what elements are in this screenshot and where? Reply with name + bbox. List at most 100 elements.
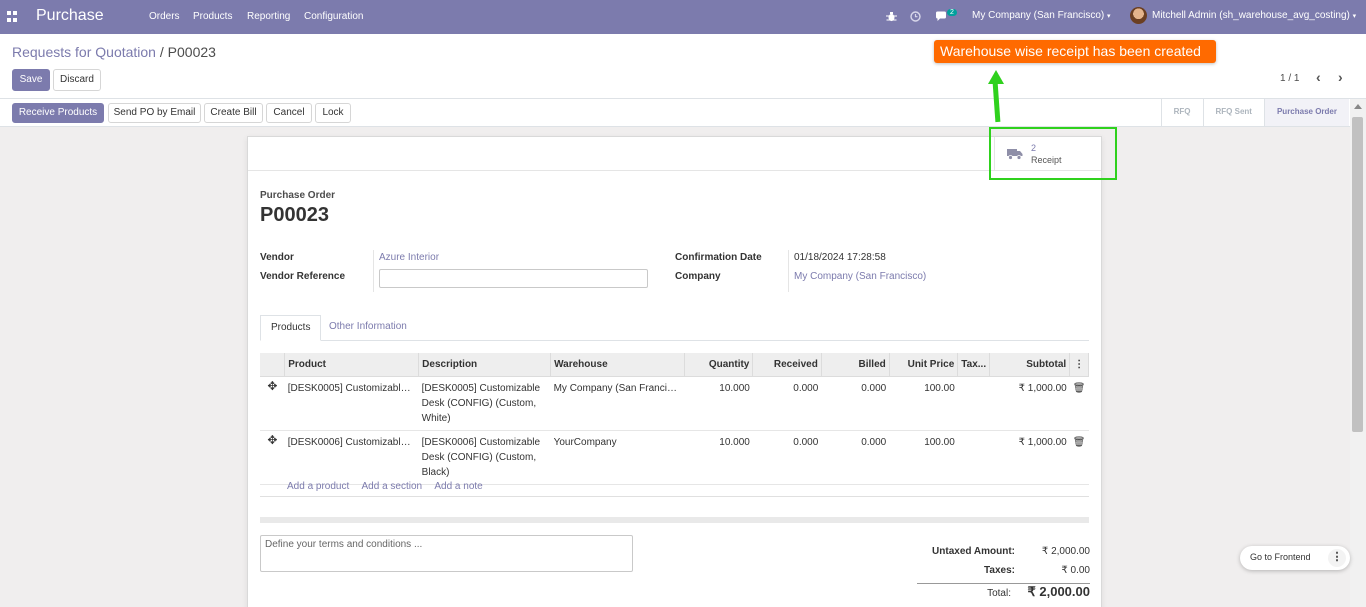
trash-icon[interactable]: 🗑 <box>1069 430 1089 485</box>
subtotal-cell: ₹ 1,000.00 <box>989 430 1070 485</box>
add-note-link[interactable]: Add a note <box>434 481 482 492</box>
column-header-description[interactable]: Description <box>418 353 552 377</box>
add-product-link[interactable]: Add a product <box>287 481 349 492</box>
quantity-cell[interactable]: 10.000 <box>684 376 753 431</box>
taxes-cell[interactable] <box>957 376 990 431</box>
taxes-label: Taxes: <box>984 565 1015 576</box>
menu-products[interactable]: Products <box>193 11 232 22</box>
column-header-taxes[interactable]: Tax... <box>957 353 991 377</box>
company-label: Company <box>675 271 721 282</box>
apps-menu-icon[interactable] <box>7 11 18 22</box>
tab-other-information[interactable]: Other Information <box>319 315 417 341</box>
column-header-quantity[interactable]: Quantity <box>684 353 754 377</box>
drag-handle-icon[interactable]: ✥ <box>260 430 285 485</box>
scrollbar-thumb[interactable] <box>1352 117 1363 432</box>
column-header-unit-price[interactable]: Unit Price <box>889 353 959 377</box>
go-to-frontend-button[interactable]: Go to Frontend <box>1250 552 1311 562</box>
table-row[interactable]: ✥ [DESK0005] Customizable Desk (CONFIG) … <box>260 376 1089 431</box>
top-navbar: Purchase Orders Products Reporting Confi… <box>0 0 1366 34</box>
column-header-subtotal[interactable]: Subtotal <box>989 353 1071 377</box>
save-button[interactable]: Save <box>12 69 50 91</box>
stage-rfq[interactable]: RFQ <box>1160 99 1203 126</box>
lock-button[interactable]: Lock <box>315 103 351 123</box>
description-line: [DESK0005] Customizable <box>421 382 541 394</box>
vendor-reference-label: Vendor Reference <box>260 271 346 282</box>
chevron-right-icon[interactable]: › <box>1338 69 1343 85</box>
column-header-product[interactable]: Product <box>284 353 420 377</box>
quantity-cell[interactable]: 10.000 <box>684 430 753 485</box>
add-section-link[interactable]: Add a section <box>362 481 423 492</box>
avatar[interactable] <box>1130 7 1147 24</box>
warehouse-cell[interactable]: YourCompany <box>550 430 685 485</box>
menu-orders[interactable]: Orders <box>149 11 180 22</box>
drag-handle-icon[interactable]: ✥ <box>260 376 285 431</box>
description-cell[interactable]: [DESK0005] Customizable Desk (CONFIG) (C… <box>418 376 551 431</box>
send-po-email-button[interactable]: Send PO by Email <box>108 103 201 123</box>
column-header-warehouse[interactable]: Warehouse <box>550 353 686 377</box>
terms-conditions-field[interactable]: Define your terms and conditions ... <box>260 535 633 572</box>
discard-button[interactable]: Discard <box>53 69 101 91</box>
chat-icon[interactable] <box>935 11 947 22</box>
vendor-field[interactable]: Azure Interior <box>379 252 439 263</box>
table-header-row: Product Description Warehouse Quantity R… <box>260 353 1089 377</box>
stage-purchase-order[interactable]: Purchase Order <box>1263 99 1349 126</box>
confirmation-date-field[interactable]: 01/18/2024 17:28:58 <box>794 252 886 263</box>
menu-configuration[interactable]: Configuration <box>304 11 363 22</box>
form-sheet: 2 Receipt Purchase Order P00023 Vendor V… <box>247 136 1102 607</box>
table-row[interactable]: ✥ [DESK0006] Customizable Desk (CONFIG) … <box>260 430 1089 485</box>
stage-rfq-sent[interactable]: RFQ Sent <box>1202 99 1264 126</box>
page-title: P00023 <box>260 204 329 226</box>
description-cell[interactable]: [DESK0006] Customizable Desk (CONFIG) (C… <box>418 430 551 485</box>
cancel-button[interactable]: Cancel <box>266 103 312 123</box>
received-cell[interactable]: 0.000 <box>752 376 822 431</box>
menu-reporting[interactable]: Reporting <box>247 11 290 22</box>
untaxed-amount-value: ₹ 2,000.00 <box>1041 546 1090 557</box>
chevron-left-icon[interactable]: ‹ <box>1316 69 1321 85</box>
stage-bar: RFQ RFQ Sent Purchase Order <box>1160 99 1349 126</box>
user-menu[interactable]: Mitchell Admin (sh_warehouse_avg_costing… <box>1152 10 1356 21</box>
status-bar: Receive Products Send PO by Email Create… <box>0 99 1366 127</box>
total-label: Total: <box>987 588 1011 599</box>
confirmation-date-label: Confirmation Date <box>675 252 762 263</box>
breadcrumb-parent[interactable]: Requests for Quotation <box>12 44 156 60</box>
taxes-cell[interactable] <box>957 430 990 485</box>
document-type-label: Purchase Order <box>260 190 336 201</box>
tab-products[interactable]: Products <box>260 315 322 341</box>
app-name[interactable]: Purchase <box>36 7 104 25</box>
warehouse-cell[interactable]: My Company (San Francisco) <box>550 376 685 431</box>
page-scrollbar[interactable] <box>1350 99 1366 607</box>
company-switcher[interactable]: My Company (San Francisco) ▾ <box>972 10 1111 21</box>
product-value: [DESK0005] Customizable Desk (CONFIG) (C… <box>287 382 414 394</box>
annotation-callout: Warehouse wise receipt has been created <box>934 40 1216 63</box>
bug-icon[interactable] <box>886 11 897 22</box>
billed-cell: 0.000 <box>821 376 890 431</box>
go-to-frontend-widget: Go to Frontend ⋮ <box>1240 546 1350 570</box>
vendor-reference-field[interactable] <box>379 269 648 288</box>
pager-value: 1 / 1 <box>1280 73 1300 84</box>
field-divider <box>373 250 374 292</box>
description-line: [DESK0006] Customizable <box>421 436 541 448</box>
vendor-label: Vendor <box>260 252 294 263</box>
create-bill-button[interactable]: Create Bill <box>204 103 263 123</box>
scroll-up-icon[interactable] <box>1354 104 1362 109</box>
billed-cell: 0.000 <box>821 430 890 485</box>
user-name: Mitchell Admin (sh_warehouse_avg_costing… <box>1152 10 1350 21</box>
product-cell[interactable]: [DESK0006] Customizable Desk (CONFIG) (C… <box>284 430 419 485</box>
unit-price-cell[interactable]: 100.00 <box>889 430 958 485</box>
unit-price-cell[interactable]: 100.00 <box>889 376 958 431</box>
add-line-links: Add a product Add a section Add a note <box>287 481 493 492</box>
receipt-highlight-box <box>989 127 1117 180</box>
product-cell[interactable]: [DESK0005] Customizable Desk (CONFIG) (C… <box>284 376 419 431</box>
trash-icon[interactable]: 🗑 <box>1069 376 1089 431</box>
product-value: [DESK0006] Customizable Desk (CONFIG) (C… <box>287 436 414 448</box>
company-field[interactable]: My Company (San Francisco) <box>794 271 926 282</box>
column-header-received[interactable]: Received <box>752 353 822 377</box>
received-cell[interactable]: 0.000 <box>752 430 822 485</box>
receive-products-button[interactable]: Receive Products <box>12 103 104 123</box>
column-options-icon[interactable]: ⋮ <box>1069 353 1089 377</box>
breadcrumb: Requests for Quotation / P00023 <box>12 44 216 60</box>
column-header-billed[interactable]: Billed <box>821 353 890 377</box>
clock-icon[interactable] <box>910 11 921 22</box>
breadcrumb-separator: / <box>159 44 164 60</box>
more-options-icon[interactable]: ⋮ <box>1328 549 1346 567</box>
